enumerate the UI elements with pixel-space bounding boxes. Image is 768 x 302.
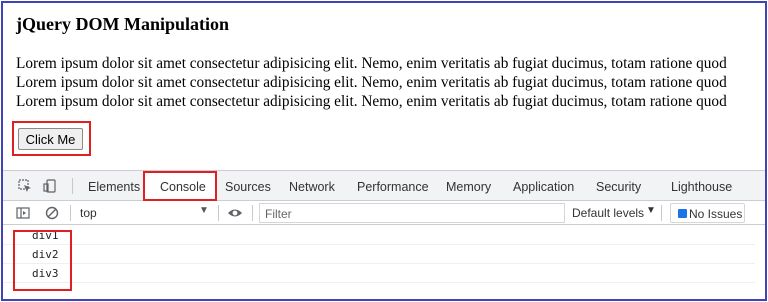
tab-memory[interactable]: Memory xyxy=(446,180,491,194)
tab-performance[interactable]: Performance xyxy=(357,180,429,194)
toolbar-divider xyxy=(218,205,219,221)
filter-placeholder: Filter xyxy=(265,207,292,221)
tabbar-divider xyxy=(72,178,73,194)
toolbar-divider xyxy=(70,205,71,221)
console-log-row: div3 xyxy=(3,264,755,283)
devtools-panel: Elements Console Sources Network Perform… xyxy=(3,170,765,299)
console-toolbar: top ▼ Filter Default levels ▼ No Issues xyxy=(3,201,765,225)
toolbar-divider xyxy=(661,205,662,221)
tab-network[interactable]: Network xyxy=(289,180,335,194)
filter-input[interactable]: Filter xyxy=(259,203,565,223)
tab-elements[interactable]: Elements xyxy=(88,180,140,194)
browser-frame: jQuery DOM Manipulation Lorem ipsum dolo… xyxy=(1,1,767,301)
inspect-element-icon[interactable] xyxy=(18,179,32,193)
click-me-highlight: Click Me xyxy=(12,121,91,156)
dropdown-arrow-icon[interactable]: ▼ xyxy=(199,205,209,216)
info-icon xyxy=(678,209,687,218)
page-title: jQuery DOM Manipulation xyxy=(16,14,230,34)
issues-button[interactable]: No Issues xyxy=(670,203,745,223)
paragraph-3: Lorem ipsum dolor sit amet consectetur a… xyxy=(16,93,727,110)
tab-console-highlight[interactable]: Console xyxy=(143,171,217,201)
issues-label: No Issues xyxy=(689,207,743,221)
console-log-row: div1 xyxy=(3,226,755,245)
context-selector[interactable]: top xyxy=(80,206,97,220)
click-me-button[interactable]: Click Me xyxy=(18,128,83,150)
console-logs-highlight xyxy=(13,230,72,291)
dropdown-arrow-icon[interactable]: ▼ xyxy=(646,205,656,216)
tab-sources[interactable]: Sources xyxy=(225,180,271,194)
paragraphs: Lorem ipsum dolor sit amet consectetur a… xyxy=(16,54,761,111)
toolbar-divider xyxy=(252,205,253,221)
clear-console-icon[interactable] xyxy=(45,206,59,220)
tab-console[interactable]: Console xyxy=(160,180,206,194)
device-toolbar-icon[interactable] xyxy=(43,179,57,193)
tab-lighthouse[interactable]: Lighthouse xyxy=(671,180,732,194)
default-levels-dropdown[interactable]: Default levels xyxy=(572,206,644,220)
devtools-tabbar: Elements Console Sources Network Perform… xyxy=(3,170,765,201)
paragraph-2: Lorem ipsum dolor sit amet consectetur a… xyxy=(16,74,727,91)
tab-security[interactable]: Security xyxy=(596,180,641,194)
console-log-row: div2 xyxy=(3,245,755,264)
paragraph-1: Lorem ipsum dolor sit amet consectetur a… xyxy=(16,55,727,72)
eye-icon[interactable] xyxy=(227,206,243,220)
tab-application[interactable]: Application xyxy=(513,180,574,194)
sidebar-toggle-icon[interactable] xyxy=(16,206,30,220)
